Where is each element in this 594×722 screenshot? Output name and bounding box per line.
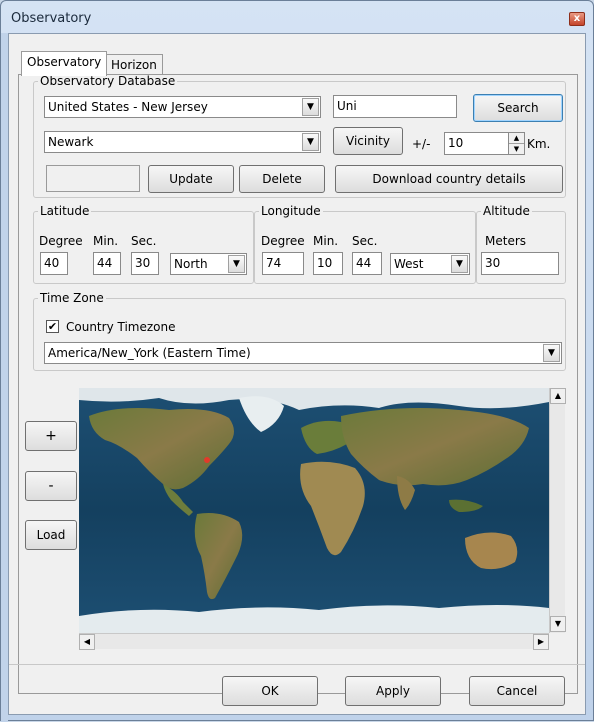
tab-horizon[interactable]: Horizon: [105, 54, 163, 76]
footer-divider: [9, 664, 585, 665]
spin-down-icon[interactable]: ▼: [509, 144, 524, 155]
latitude-degree-input[interactable]: 40: [40, 252, 68, 275]
search-input[interactable]: Uni: [333, 95, 457, 118]
altitude-input[interactable]: 30: [481, 252, 559, 275]
window-title: Observatory: [11, 11, 92, 26]
country-select-value: United States - New Jersey: [48, 100, 208, 114]
longitude-hemisphere-select[interactable]: West ▼: [390, 253, 470, 275]
apply-button[interactable]: Apply: [345, 676, 441, 706]
vicinity-radius-input[interactable]: 10: [444, 132, 510, 155]
latitude-degree-label: Degree: [39, 234, 83, 248]
latitude-sec-label: Sec.: [131, 234, 157, 248]
spin-up-icon[interactable]: ▲: [509, 133, 524, 144]
observatory-dialog: Observatory x Observatory Horizon Observ…: [0, 0, 594, 722]
close-icon[interactable]: x: [569, 12, 585, 26]
city-select-value: Newark: [48, 135, 94, 149]
city-select[interactable]: Newark ▼: [44, 131, 321, 153]
altitude-legend: Altitude: [483, 204, 530, 218]
timezone-select[interactable]: America/New_York (Eastern Time) ▼: [44, 342, 562, 364]
vicinity-button[interactable]: Vicinity: [333, 127, 403, 155]
window-frame-edge: [1, 33, 8, 722]
latitude-hemisphere-select[interactable]: North ▼: [170, 253, 247, 275]
location-marker-icon: [204, 457, 210, 463]
world-map-image[interactable]: [79, 388, 549, 633]
longitude-min-label: Min.: [313, 234, 339, 248]
longitude-sec-label: Sec.: [352, 234, 378, 248]
title-bar[interactable]: Observatory x: [1, 1, 593, 33]
ok-button[interactable]: OK: [222, 676, 318, 706]
zoom-out-button[interactable]: -: [25, 471, 77, 501]
map-vertical-scrollbar[interactable]: ▲ ▼: [549, 388, 566, 633]
search-button[interactable]: Search: [473, 94, 563, 122]
time-zone-legend: Time Zone: [40, 291, 104, 305]
map-horizontal-scrollbar[interactable]: ◀ ▶: [79, 633, 549, 650]
latitude-min-input[interactable]: 44: [93, 252, 121, 275]
scroll-up-icon[interactable]: ▲: [550, 388, 566, 404]
cancel-button[interactable]: Cancel: [469, 676, 565, 706]
zoom-in-button[interactable]: +: [25, 421, 77, 451]
chevron-down-icon[interactable]: ▼: [302, 98, 319, 116]
longitude-legend: Longitude: [261, 204, 321, 218]
units-label: Km.: [527, 137, 551, 151]
chevron-down-icon[interactable]: ▼: [451, 255, 468, 273]
scroll-down-icon[interactable]: ▼: [550, 616, 566, 632]
chevron-down-icon[interactable]: ▼: [302, 133, 319, 151]
longitude-hemisphere-value: West: [394, 257, 424, 271]
delete-button[interactable]: Delete: [239, 165, 325, 193]
plus-minus-label: +/-: [412, 137, 431, 151]
altitude-meters-label: Meters: [485, 234, 527, 248]
chevron-down-icon[interactable]: ▼: [228, 255, 245, 273]
country-select[interactable]: United States - New Jersey ▼: [44, 96, 321, 118]
vicinity-radius-stepper[interactable]: ▲ ▼: [508, 132, 525, 155]
dialog-client-area: Observatory Horizon Observatory Database…: [8, 33, 586, 715]
download-country-details-button[interactable]: Download country details: [335, 165, 563, 193]
tab-observatory[interactable]: Observatory: [21, 51, 108, 76]
latitude-hemisphere-value: North: [174, 257, 208, 271]
world-map[interactable]: ▲ ▼ ◀ ▶: [79, 388, 566, 650]
longitude-sec-input[interactable]: 44: [352, 252, 382, 275]
latitude-sec-input[interactable]: 30: [131, 252, 159, 275]
observatory-database-legend: Observatory Database: [40, 74, 176, 88]
country-timezone-label: Country Timezone: [66, 320, 176, 334]
longitude-min-input[interactable]: 10: [313, 252, 343, 275]
update-button[interactable]: Update: [148, 165, 234, 193]
observatory-name-field[interactable]: [46, 165, 140, 192]
latitude-min-label: Min.: [93, 234, 119, 248]
longitude-degree-label: Degree: [261, 234, 305, 248]
scroll-left-icon[interactable]: ◀: [79, 634, 95, 650]
latitude-legend: Latitude: [40, 204, 90, 218]
scroll-right-icon[interactable]: ▶: [533, 634, 549, 650]
load-map-button[interactable]: Load: [25, 520, 77, 550]
longitude-degree-input[interactable]: 74: [262, 252, 304, 275]
timezone-select-value: America/New_York (Eastern Time): [48, 346, 251, 360]
chevron-down-icon[interactable]: ▼: [543, 344, 560, 362]
country-timezone-checkbox[interactable]: ✔: [46, 320, 59, 333]
